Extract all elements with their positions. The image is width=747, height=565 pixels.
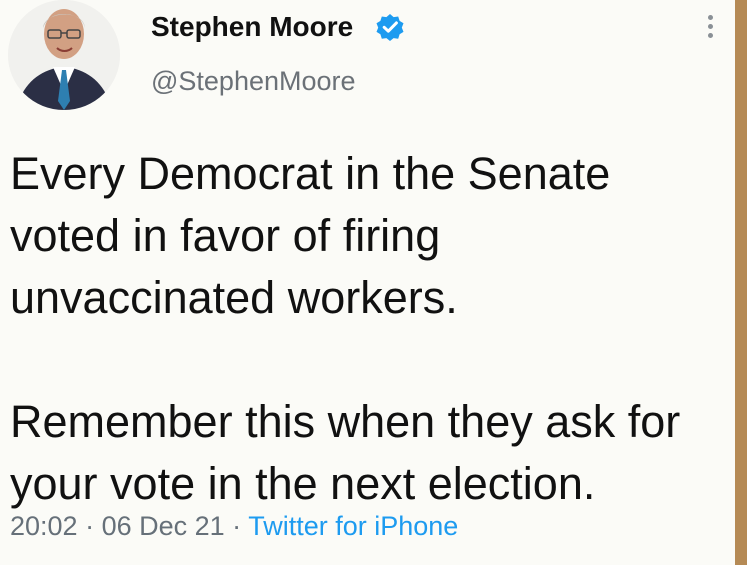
display-name[interactable]: Stephen Moore: [151, 10, 353, 44]
window-edge: [735, 0, 747, 565]
verified-badge-icon: [375, 12, 405, 42]
tweet-metadata: 20:02 · 06 Dec 21 · Twitter for iPhone: [10, 509, 458, 543]
tweet-card: Stephen Moore @StephenMoore Every Democr…: [0, 0, 735, 565]
tweet-date[interactable]: 06 Dec 21: [102, 511, 225, 541]
tweet-time[interactable]: 20:02: [10, 511, 78, 541]
profile-photo: [8, 0, 120, 110]
user-handle[interactable]: @StephenMoore: [151, 64, 356, 98]
tweet-source-link[interactable]: Twitter for iPhone: [248, 511, 458, 541]
metadata-separator: ·: [77, 511, 102, 541]
more-options-icon[interactable]: [700, 15, 720, 47]
metadata-separator: ·: [224, 511, 249, 541]
avatar[interactable]: [8, 0, 120, 110]
tweet-text: Every Democrat in the Senate voted in fa…: [10, 148, 681, 509]
